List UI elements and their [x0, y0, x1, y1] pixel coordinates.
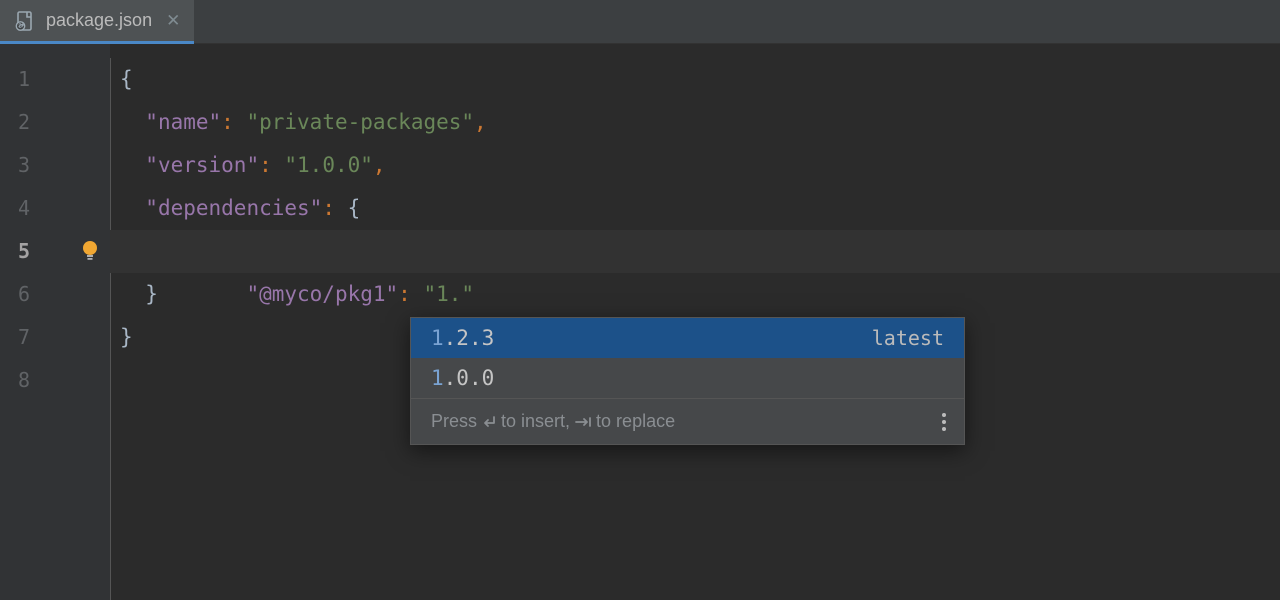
intention-bulb-icon[interactable]	[80, 240, 100, 264]
code-line: "version": "1.0.0",	[110, 144, 1280, 187]
gutter: 1 2 3 4 5 6 7 8	[0, 44, 110, 600]
autocomplete-footer: Press to insert, to replace	[411, 398, 964, 444]
code-line: "dependencies": {	[110, 187, 1280, 230]
code-line: }	[110, 273, 1280, 316]
editor: 1 2 3 4 5 6 7 8 { "name": "private-packa…	[0, 44, 1280, 600]
line-number: 4	[0, 187, 110, 230]
autocomplete-item[interactable]: 1.0.0	[411, 358, 964, 398]
autocomplete-item-latest[interactable]: 1.2.3 latest	[411, 318, 964, 358]
autocomplete-hint: Press to insert, to replace	[431, 411, 675, 432]
line-number: 6	[0, 273, 110, 316]
autocomplete-popup: 1.2.3 latest 1.0.0 Press to insert, to r…	[410, 317, 965, 445]
tab-filename: package.json	[46, 10, 152, 31]
tab-close-icon[interactable]: ✕	[166, 11, 180, 31]
line-number: 8	[0, 359, 110, 402]
line-number: 1	[0, 58, 110, 101]
line-number: 3	[0, 144, 110, 187]
tab-bar: package.json ✕	[0, 0, 1280, 44]
line-number: 2	[0, 101, 110, 144]
more-options-icon[interactable]	[942, 413, 946, 431]
autocomplete-tag: latest	[872, 326, 944, 350]
code-line-current: "@myco/pkg1": "1."	[110, 230, 1280, 273]
json-file-icon	[14, 10, 36, 32]
code-line: "name": "private-packages",	[110, 101, 1280, 144]
line-number: 7	[0, 316, 110, 359]
enter-key-icon	[481, 415, 497, 429]
tab-package-json[interactable]: package.json ✕	[0, 0, 194, 44]
tab-key-icon	[574, 416, 592, 428]
code-line: {	[110, 58, 1280, 101]
